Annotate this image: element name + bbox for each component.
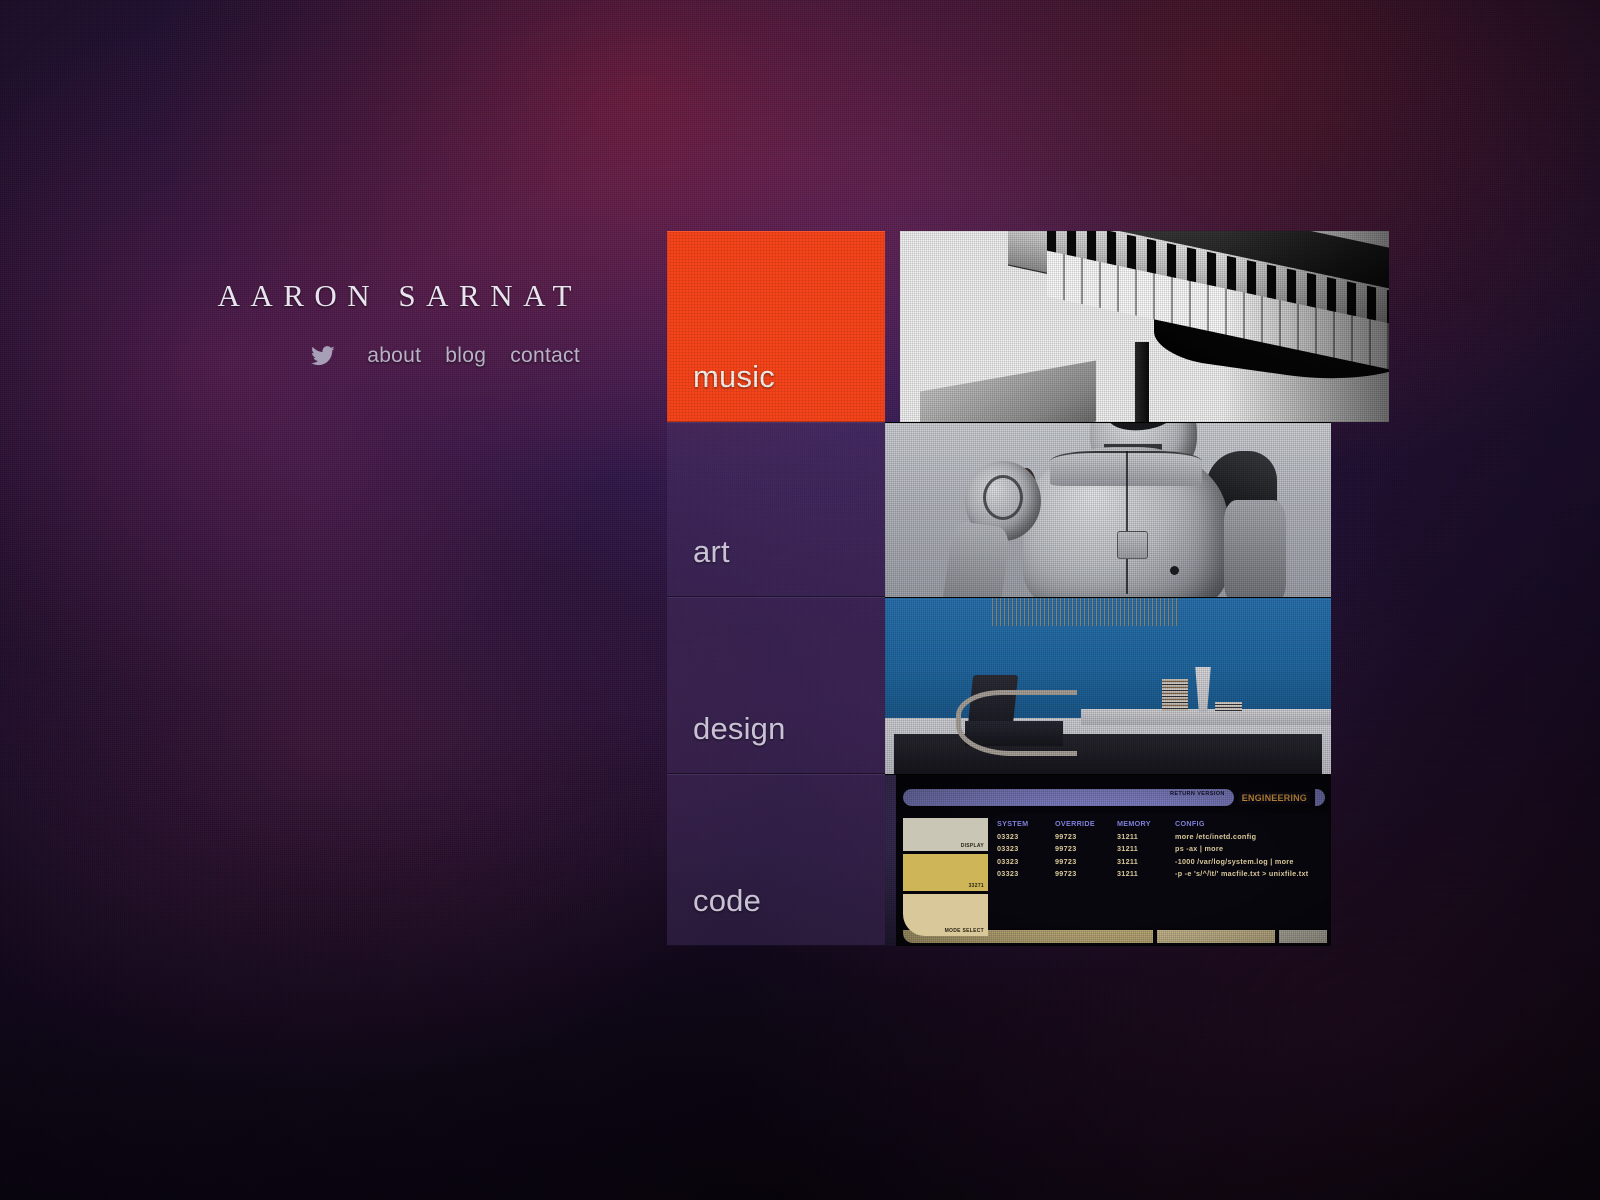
- tile-thumb-code[interactable]: RETURN VERSION ENGINEERING DISPLAY 33271…: [885, 774, 1331, 946]
- twitter-icon[interactable]: [311, 346, 343, 366]
- nav-link-about[interactable]: about: [367, 344, 421, 368]
- lcars-left-rail: [885, 775, 896, 946]
- cell-memory: 31211: [1117, 869, 1139, 878]
- cell-config: -p -e 's/^/\t/' macfile.txt > unixfile.t…: [1175, 869, 1309, 878]
- cell-system: 03323: [997, 869, 1019, 878]
- header-system: SYSTEM: [997, 819, 1029, 828]
- interior-tone: [885, 598, 1331, 774]
- tile-row-art: art: [667, 422, 1389, 597]
- tile-row-music: music: [667, 231, 1389, 422]
- lcars-table-row: 03323 99723 31211 ps -ax | more: [997, 844, 1327, 853]
- tile-label-art[interactable]: art: [667, 422, 885, 597]
- lcars-table-row: 03323 99723 31211 more /etc/inetd.config: [997, 832, 1327, 841]
- tile-row-code: code RETURN VERSION ENGINEERING DISPLAY: [667, 774, 1389, 946]
- lcars-section-label: ENGINEERING: [1238, 791, 1310, 804]
- lcars-footer-bar-2: [1157, 930, 1275, 943]
- tile-label-music[interactable]: music: [667, 231, 885, 422]
- nav-link-blog[interactable]: blog: [445, 344, 486, 368]
- lcars-table-row: 03323 99723 31211 -p -e 's/^/\t/' macfil…: [997, 869, 1327, 878]
- piano-shadow: [1222, 231, 1389, 422]
- cell-memory: 31211: [1117, 844, 1139, 853]
- cell-config: ps -ax | more: [1175, 844, 1224, 853]
- lcars-topbar: RETURN VERSION ENGINEERING: [903, 789, 1325, 806]
- header-config: CONFIG: [1175, 819, 1205, 828]
- cell-config: more /etc/inetd.config: [1175, 831, 1257, 841]
- lcars-button-33271[interactable]: 33271: [903, 854, 988, 891]
- tile-label-art-text: art: [693, 534, 730, 569]
- lcars-footer-bar-3: [1279, 930, 1327, 943]
- branding-block: AARON SARNAT about blog contact: [0, 278, 600, 368]
- header-override: OVERRIDE: [1055, 819, 1095, 828]
- lcars-data-table: SYSTEM OVERRIDE MEMORY CONFIG 03323 9972…: [997, 819, 1327, 882]
- tile-thumb-art[interactable]: [885, 422, 1331, 597]
- tile-label-code[interactable]: code: [667, 774, 885, 946]
- piano-leg: [1134, 341, 1149, 422]
- tile-label-design[interactable]: design: [667, 597, 885, 774]
- category-tile-grid: music art design code RETURN VERSION ENG…: [667, 231, 1389, 946]
- lcars-status-pill: RETURN VERSION: [903, 789, 1234, 806]
- tile-thumb-music[interactable]: [900, 231, 1389, 422]
- lcars-table-header: SYSTEM OVERRIDE MEMORY CONFIG: [997, 819, 1327, 828]
- lcars-side-buttons: DISPLAY 33271 MODE SELECT: [903, 818, 988, 939]
- site-title: AARON SARNAT: [217, 278, 582, 313]
- robot-right-arm: [1223, 499, 1287, 597]
- cell-override: 99723: [1055, 869, 1077, 878]
- cell-override: 99723: [1055, 856, 1077, 866]
- lcars-button-display[interactable]: DISPLAY: [903, 818, 988, 851]
- cell-system: 03323: [997, 844, 1019, 853]
- robot-panel: [1116, 530, 1149, 559]
- main-navigation: about blog contact: [0, 344, 582, 368]
- nav-link-contact[interactable]: contact: [510, 344, 580, 368]
- cell-config: -1000 /var/log/system.log | more: [1175, 856, 1294, 866]
- page-root: AARON SARNAT about blog contact music ar…: [0, 0, 1600, 1200]
- cell-memory: 31211: [1117, 831, 1139, 841]
- cell-override: 99723: [1055, 844, 1077, 853]
- lcars-endcap: [1315, 789, 1325, 806]
- lcars-console: RETURN VERSION ENGINEERING DISPLAY 33271…: [885, 775, 1331, 946]
- cell-override: 99723: [1055, 831, 1077, 841]
- cell-memory: 31211: [1117, 856, 1139, 866]
- lcars-button-mode-select[interactable]: MODE SELECT: [903, 894, 988, 936]
- tile-row-design: design: [667, 597, 1389, 774]
- tile-thumb-design[interactable]: [885, 597, 1331, 774]
- tile-label-code-text: code: [693, 883, 762, 918]
- lcars-pill-label: RETURN VERSION: [1169, 791, 1225, 797]
- header-memory: MEMORY: [1117, 819, 1151, 828]
- cell-system: 03323: [997, 856, 1019, 866]
- robot-chest-seam: [1125, 450, 1128, 594]
- cell-system: 03323: [997, 831, 1019, 841]
- lcars-table-row: 03323 99723 31211 -1000 /var/log/system.…: [997, 857, 1327, 866]
- tile-label-design-text: design: [693, 711, 786, 746]
- tile-label-music-text: music: [693, 359, 775, 394]
